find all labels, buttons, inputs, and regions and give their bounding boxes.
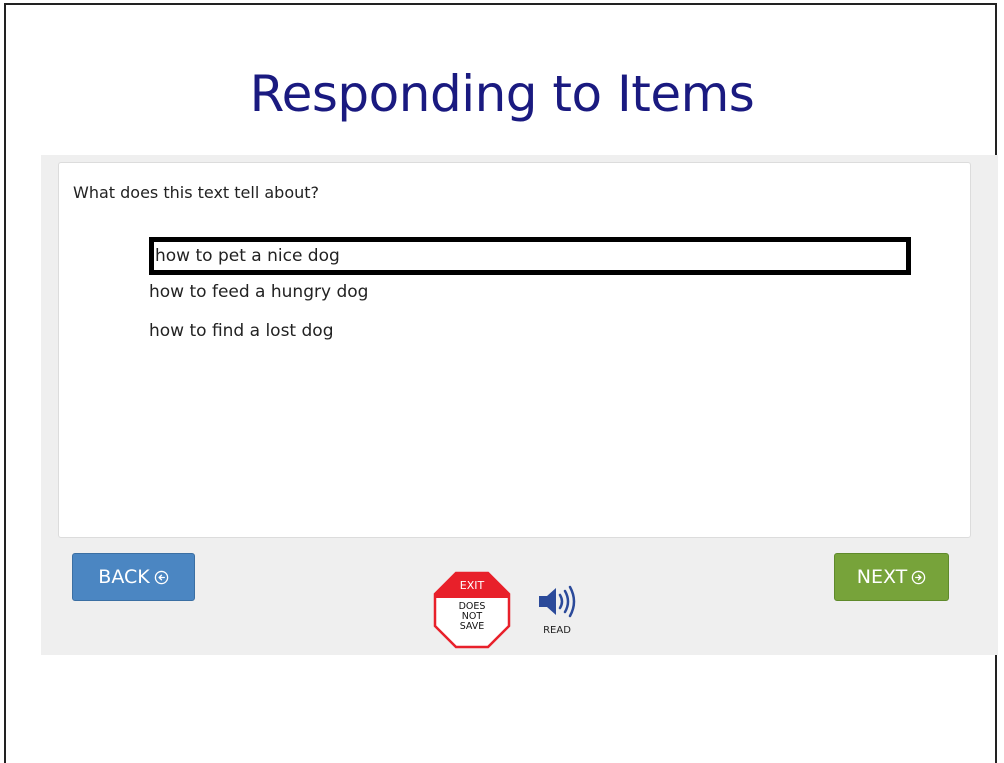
circle-arrow-right-icon	[912, 570, 926, 584]
next-button-label: NEXT	[856, 566, 908, 588]
exit-sublabel: DOES NOT SAVE	[433, 602, 511, 632]
question-text: What does this text tell about?	[73, 183, 320, 202]
read-label: READ	[543, 625, 571, 636]
answer-option-1[interactable]: how to pet a nice dog	[149, 237, 911, 275]
item-card: What does this text tell about? how to p…	[58, 162, 971, 538]
answer-options: how to pet a nice dog how to feed a hung…	[147, 237, 911, 355]
exit-sublabel-line-3: SAVE	[459, 621, 485, 632]
tool-bar: EXIT DOES NOT SAVE READ	[433, 571, 593, 651]
speaker-icon	[539, 585, 576, 618]
exit-label: EXIT	[459, 579, 485, 592]
circle-arrow-left-icon	[154, 570, 168, 584]
read-button[interactable]: READ	[529, 581, 585, 647]
answer-option-3[interactable]: how to find a lost dog	[147, 316, 911, 346]
slide-title: Responding to Items	[249, 65, 755, 123]
next-button[interactable]: NEXT	[834, 553, 949, 601]
back-button-label: BACK	[98, 566, 150, 588]
test-panel: What does this text tell about? how to p…	[41, 155, 998, 655]
exit-button[interactable]: EXIT DOES NOT SAVE	[433, 571, 511, 649]
answer-option-2[interactable]: how to feed a hungry dog	[147, 277, 911, 307]
back-button[interactable]: BACK	[72, 553, 195, 601]
